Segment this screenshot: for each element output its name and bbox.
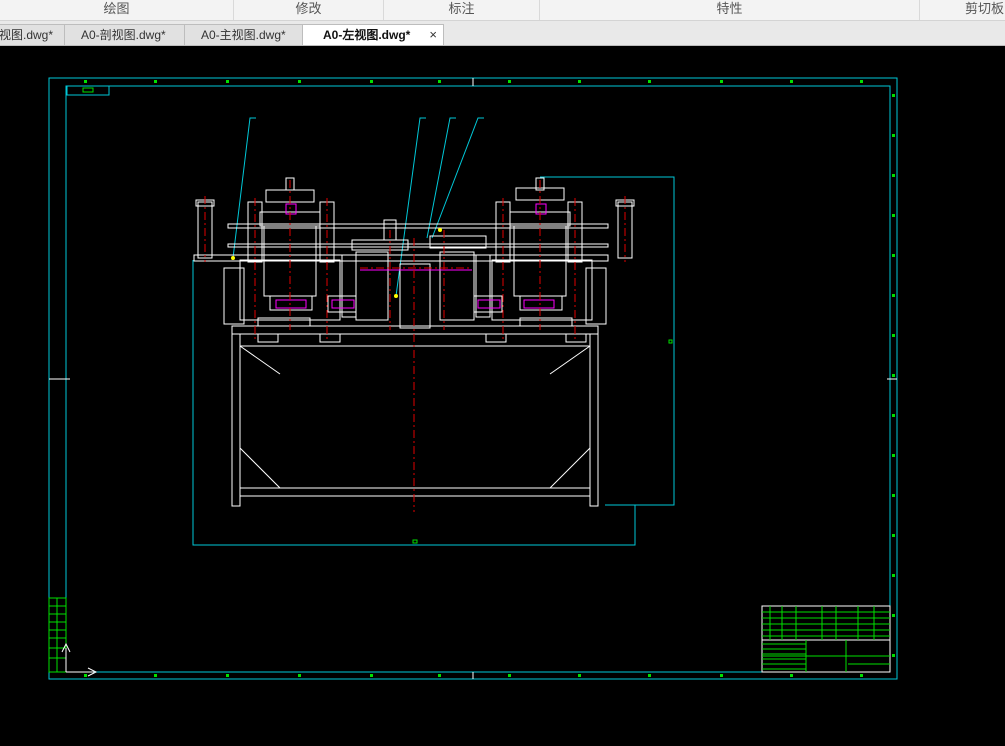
tab-main-view[interactable]: A0-主视图.dwg* [184, 24, 304, 45]
ribbon-panel-draw[interactable]: 绘图 [0, 0, 234, 20]
tab-left-view[interactable]: A0-左视图.dwg* × [302, 24, 444, 45]
ribbon-panel-annotate[interactable]: 标注 [384, 0, 540, 20]
frame-ticks [49, 78, 897, 679]
dimension-lines [192, 176, 675, 546]
zone-markers [84, 80, 895, 677]
zone-marker [84, 80, 87, 83]
zone-marker [892, 254, 895, 257]
zone-marker [438, 674, 441, 677]
zone-marker [892, 214, 895, 217]
zone-marker [892, 134, 895, 137]
zone-marker [790, 80, 793, 83]
title-block-grid [762, 606, 890, 670]
tab-label: A0-主视图.dwg* [201, 28, 286, 42]
zone-marker [438, 80, 441, 83]
zone-marker [892, 654, 895, 657]
zone-marker [648, 674, 651, 677]
zone-marker [508, 80, 511, 83]
zone-marker [226, 80, 229, 83]
zone-marker [578, 80, 581, 83]
zone-marker [790, 674, 793, 677]
zone-marker [892, 574, 895, 577]
tab-label: 视图.dwg* [0, 28, 54, 42]
tab-label: A0-剖视图.dwg* [81, 28, 166, 42]
ribbon-panel-modify[interactable]: 修改 [234, 0, 384, 20]
magenta-details [275, 203, 555, 309]
zone-marker [154, 80, 157, 83]
tab-section-view[interactable]: A0-剖视图.dwg* [64, 24, 186, 45]
zone-marker [892, 494, 895, 497]
zone-marker [860, 80, 863, 83]
zone-marker [892, 174, 895, 177]
zone-marker [892, 414, 895, 417]
zone-marker [298, 674, 301, 677]
zone-marker [892, 94, 895, 97]
document-tab-bar: 视图.dwg* A0-剖视图.dwg* A0-主视图.dwg* A0-左视图.d… [0, 21, 1005, 46]
machine-base [231, 325, 599, 507]
zone-marker [892, 334, 895, 337]
zone-marker [508, 674, 511, 677]
zone-marker [370, 674, 373, 677]
cad-drawing [48, 77, 898, 680]
zone-marker [84, 674, 87, 677]
zone-marker [298, 80, 301, 83]
zone-marker [892, 294, 895, 297]
close-icon[interactable]: × [429, 25, 437, 45]
ribbon-panel-properties[interactable]: 特性 [540, 0, 920, 20]
sheet-frame [48, 77, 898, 680]
zone-marker [578, 674, 581, 677]
revision-table [48, 597, 67, 673]
tab-view-drawing[interactable]: 视图.dwg* [0, 24, 66, 45]
zone-marker [892, 454, 895, 457]
zone-marker [892, 534, 895, 537]
zone-marker [892, 614, 895, 617]
zone-marker [720, 674, 723, 677]
ribbon-panel-bar: 绘图 修改 标注 特性 剪切板 [0, 0, 1005, 21]
zone-marker [892, 374, 895, 377]
zone-marker [648, 80, 651, 83]
drawing-canvas[interactable] [0, 46, 1005, 746]
zone-marker [226, 674, 229, 677]
leader-lines [232, 117, 484, 297]
ribbon-panel-clipboard[interactable]: 剪切板 [920, 0, 1005, 20]
zone-marker [860, 674, 863, 677]
tab-label: A0-左视图.dwg* [323, 28, 411, 42]
ucs-axis-icon [61, 642, 98, 677]
zone-marker [370, 80, 373, 83]
title-block [761, 605, 891, 673]
zone-marker [154, 674, 157, 677]
zone-marker [720, 80, 723, 83]
leader-markers [231, 228, 442, 298]
